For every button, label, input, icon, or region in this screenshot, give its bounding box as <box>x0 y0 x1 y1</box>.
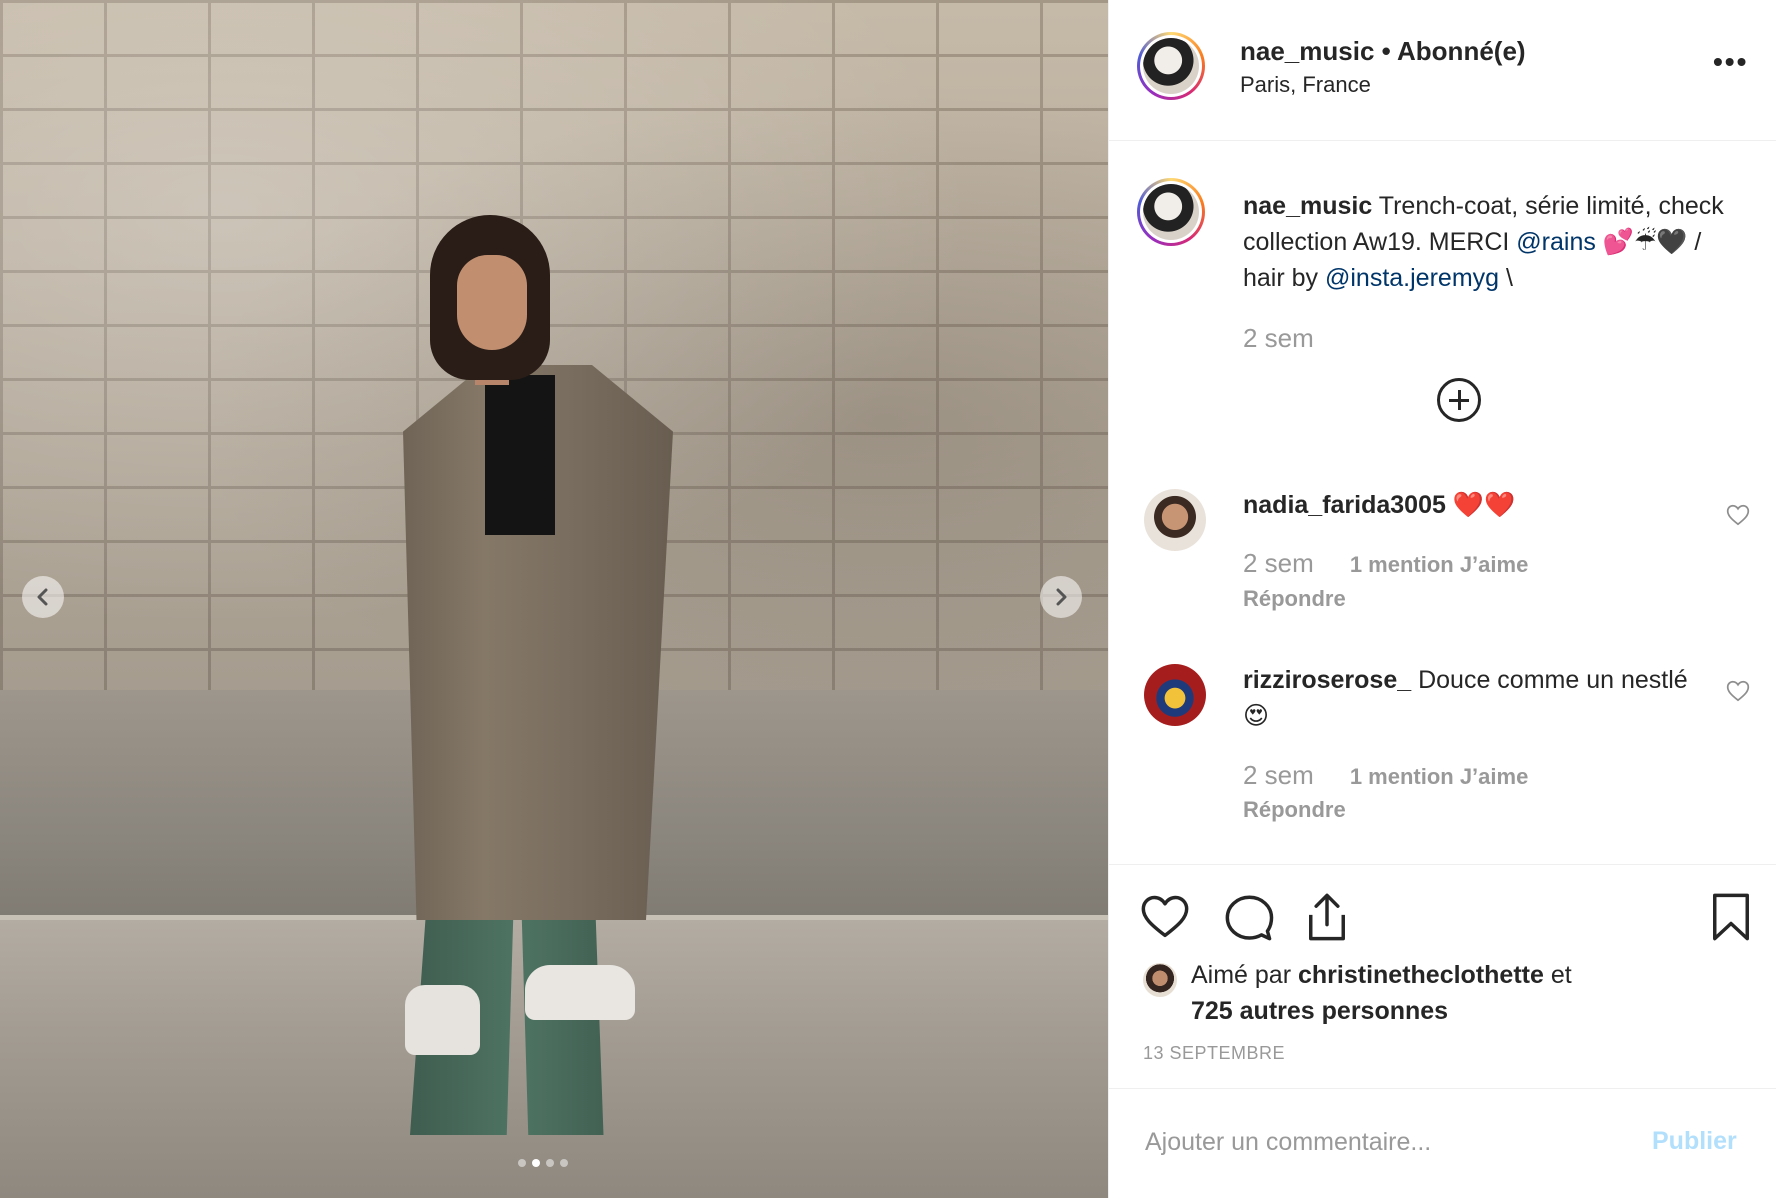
post-photo[interactable] <box>0 0 1108 1198</box>
more-options-icon[interactable]: ••• <box>1713 48 1748 76</box>
post-side-panel: nae_music • Abonné(e) Paris, France ••• … <box>1108 0 1776 1198</box>
comment-meta: 2 sem 1 mention J’aime <box>1243 760 1528 791</box>
comment: rizziroserose_ Douce comme un nestlé 😍 <box>1243 662 1703 734</box>
comment-likes[interactable]: 1 mention J’aime <box>1350 764 1529 790</box>
location-link[interactable]: Paris, France <box>1240 72 1371 98</box>
load-more-comments-button[interactable] <box>1437 378 1481 422</box>
liker-avatar[interactable] <box>1143 963 1177 997</box>
carousel-dot <box>518 1159 526 1167</box>
author-avatar[interactable] <box>1137 32 1205 100</box>
comment-meta: 2 sem 1 mention J’aime <box>1243 548 1528 579</box>
comment-likes[interactable]: 1 mention J’aime <box>1350 552 1529 578</box>
post-caption: nae_music Trench-coat, série limité, che… <box>1243 188 1743 296</box>
heart-icon[interactable] <box>1725 502 1751 528</box>
header-separator: • <box>1381 36 1391 66</box>
carousel-indicator <box>518 1159 568 1167</box>
comment-timestamp: 2 sem <box>1243 548 1314 578</box>
author-username[interactable]: nae_music <box>1240 36 1374 66</box>
comment: nadia_farida3005 ❤️❤️ <box>1243 487 1703 523</box>
publish-button[interactable]: Publier <box>1652 1127 1737 1156</box>
comment-username[interactable]: nadia_farida3005 <box>1243 491 1446 519</box>
liked-by-user[interactable]: christinetheclothette <box>1298 961 1544 989</box>
liked-by-text: Aimé par christinetheclothette et 725 au… <box>1191 961 1572 1025</box>
carousel-dot <box>532 1159 540 1167</box>
previous-photo-button[interactable] <box>22 576 64 618</box>
bookmark-icon[interactable] <box>1705 891 1757 943</box>
caption-mention-rains[interactable]: @rains <box>1516 228 1596 256</box>
like-heart-icon[interactable] <box>1139 891 1191 943</box>
follow-status[interactable]: Abonné(e) <box>1397 36 1526 66</box>
reply-button[interactable]: Répondre <box>1243 797 1346 823</box>
comment-input[interactable] <box>1143 1127 1647 1158</box>
chevron-right-icon <box>1056 588 1067 606</box>
next-photo-button[interactable] <box>1040 576 1082 618</box>
chevron-left-icon <box>37 588 48 606</box>
reply-button[interactable]: Répondre <box>1243 586 1346 612</box>
heart-icon[interactable] <box>1725 678 1751 704</box>
caption-username[interactable]: nae_music <box>1243 192 1372 220</box>
comment-text: ❤️❤️ <box>1452 491 1516 519</box>
commenter-avatar[interactable] <box>1144 664 1206 726</box>
caption-timestamp: 2 sem <box>1243 323 1314 353</box>
liked-by-others[interactable]: 725 autres personnes <box>1191 997 1448 1025</box>
person-figure <box>395 215 725 1135</box>
post-header: nae_music • Abonné(e) Paris, France ••• <box>1109 0 1776 141</box>
commenter-avatar[interactable] <box>1144 489 1206 551</box>
comment-icon[interactable] <box>1223 891 1275 943</box>
share-icon[interactable] <box>1301 891 1353 943</box>
comment-timestamp: 2 sem <box>1243 760 1314 790</box>
comment-composer: Publier <box>1109 1088 1776 1199</box>
author-line: nae_music • Abonné(e) <box>1240 36 1526 67</box>
caption-author-avatar[interactable] <box>1137 178 1205 246</box>
carousel-dot <box>560 1159 568 1167</box>
caption-mention-jeremyg[interactable]: @insta.jeremyg <box>1325 264 1499 292</box>
post-actions: Aimé par christinetheclothette et 725 au… <box>1109 864 1776 1105</box>
comment-username[interactable]: rizziroserose_ <box>1243 666 1411 694</box>
carousel-dot <box>546 1159 554 1167</box>
post-date[interactable]: 13 SEPTEMBRE <box>1143 1043 1285 1064</box>
caption-text-3: \ <box>1506 264 1513 292</box>
